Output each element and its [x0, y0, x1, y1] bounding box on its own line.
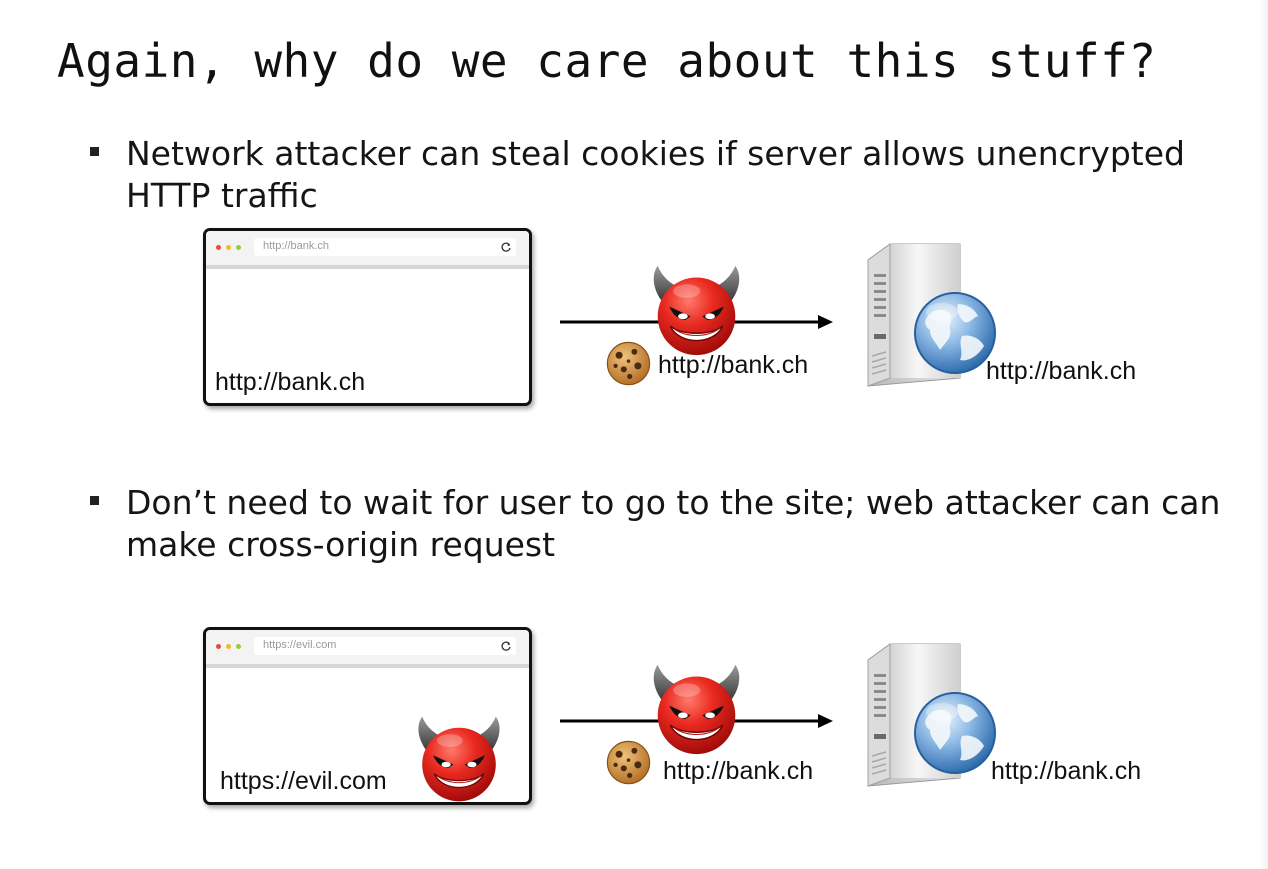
address-bar[interactable]: https://evil.com [254, 637, 516, 655]
devil-icon [648, 262, 745, 359]
globe-icon [900, 290, 901, 291]
window-minimize-dot[interactable] [226, 245, 231, 250]
reload-icon[interactable] [500, 640, 512, 652]
cookie-icon [605, 340, 652, 387]
browser-toolbar: https://evil.com [206, 630, 529, 668]
devil-icon [413, 713, 505, 805]
request-url-label: http://bank.ch [658, 351, 809, 379]
window-close-dot[interactable] [216, 644, 221, 649]
window-maximize-dot[interactable] [236, 245, 241, 250]
browser-window: http://bank.ch http://bank.ch [203, 228, 532, 406]
web-server-icon [860, 638, 1000, 788]
devil-icon [648, 661, 745, 758]
browser-page-label: http://bank.ch [215, 368, 366, 396]
window-maximize-dot[interactable] [236, 644, 241, 649]
slide-title: Again, why do we care about this stuff? [57, 34, 1157, 88]
reload-icon[interactable] [500, 241, 512, 253]
bullet-marker [90, 496, 99, 505]
address-bar-url: https://evil.com [263, 639, 337, 651]
bullet-marker [90, 147, 99, 156]
address-bar[interactable]: http://bank.ch [254, 238, 516, 256]
browser-window: https://evil.com https://evil.com [203, 627, 532, 805]
window-minimize-dot[interactable] [226, 644, 231, 649]
bullet-text: Don’t need to wait for user to go to the… [126, 483, 1221, 564]
cookie-icon [605, 739, 652, 786]
bullet-text: Network attacker can steal cookies if se… [126, 134, 1185, 215]
browser-toolbar: http://bank.ch [206, 231, 529, 269]
address-bar-url: http://bank.ch [263, 240, 330, 252]
server-url-label: http://bank.ch [991, 757, 1142, 785]
request-url-label: http://bank.ch [663, 757, 814, 785]
browser-page-label: https://evil.com [220, 767, 387, 795]
server-url-label: http://bank.ch [986, 357, 1137, 385]
window-close-dot[interactable] [216, 245, 221, 250]
web-server-icon [860, 238, 1000, 388]
page-edge-shade [1260, 0, 1268, 869]
